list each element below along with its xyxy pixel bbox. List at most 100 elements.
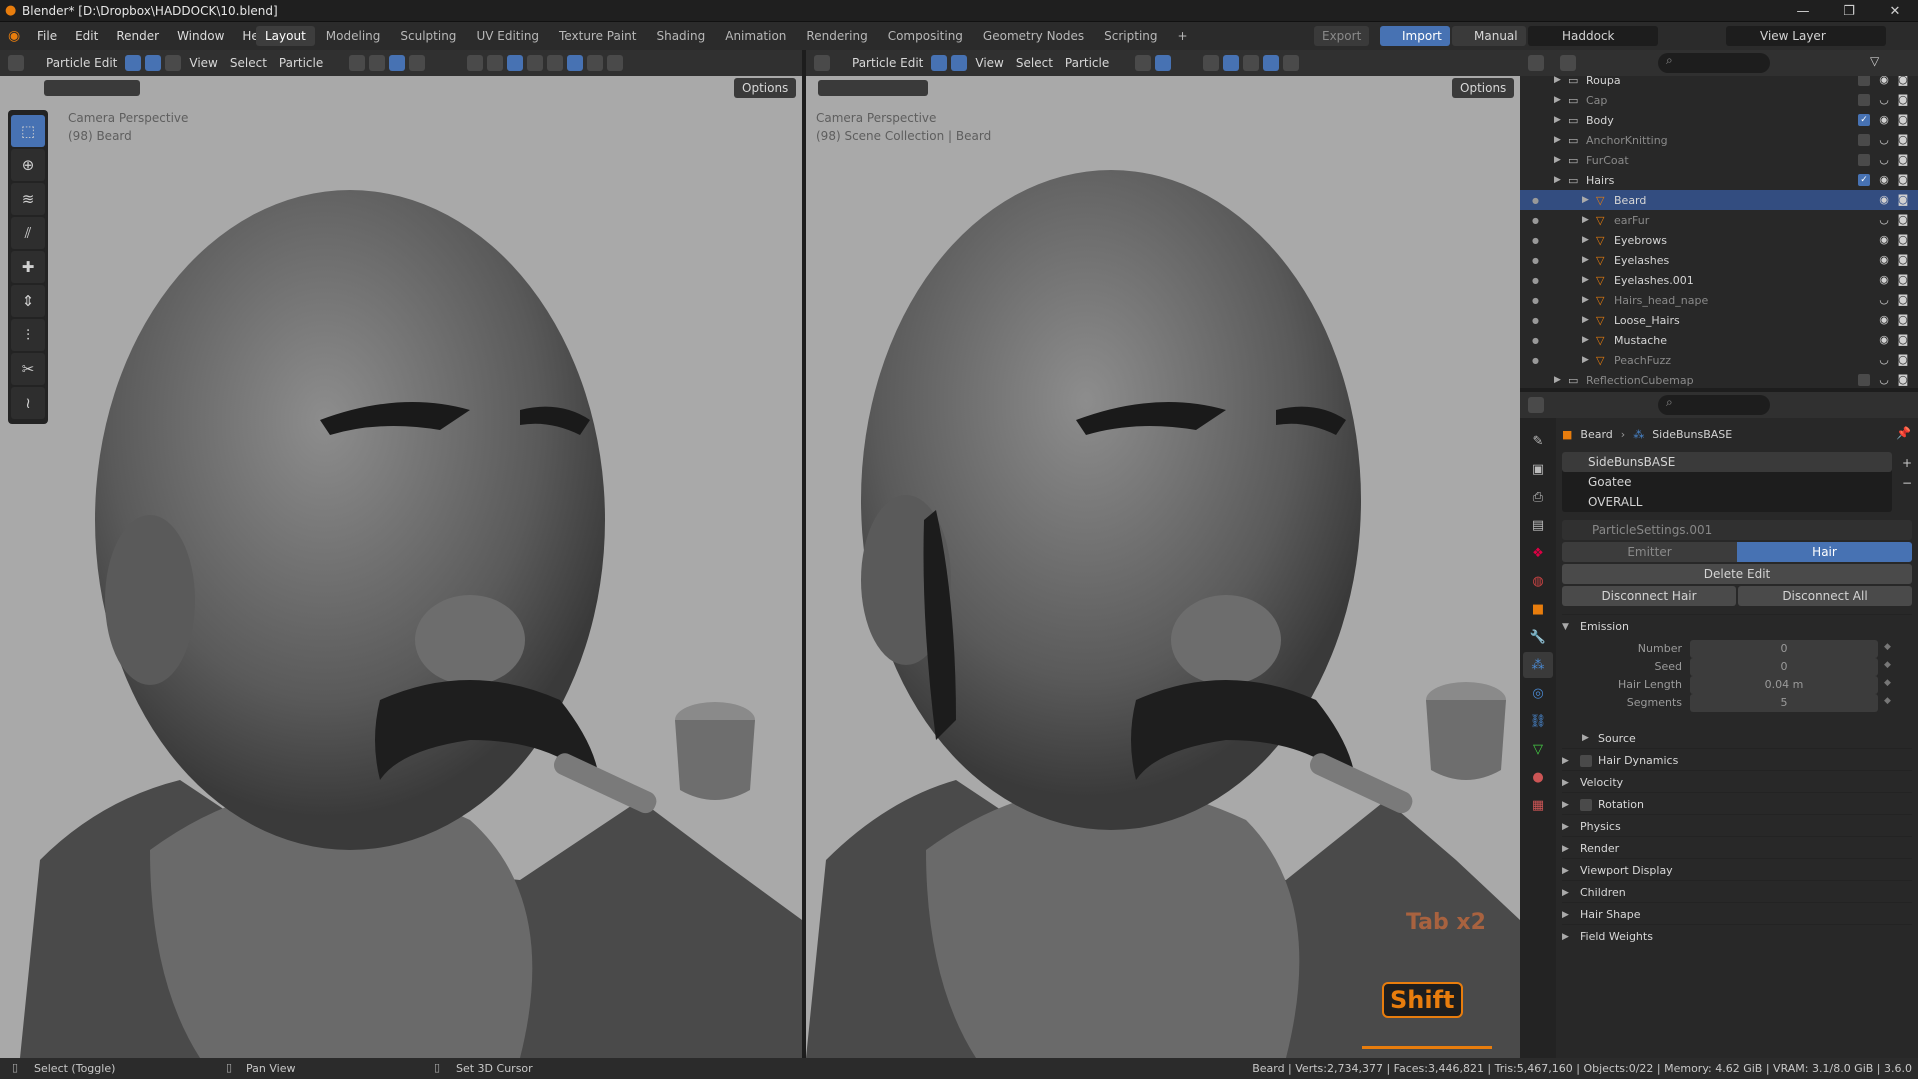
expand-icon[interactable]: ▶ xyxy=(1582,255,1589,265)
view-layer-selector[interactable]: View Layer xyxy=(1726,26,1886,46)
delete-edit-button[interactable]: Delete Edit xyxy=(1562,564,1912,584)
select-mode-icons-right[interactable] xyxy=(818,80,928,96)
camera-icon[interactable]: ◙ xyxy=(1896,233,1910,247)
tab-uv-editing[interactable]: UV Editing xyxy=(467,26,548,46)
outliner-row[interactable]: ▶ ▭ Body ✓ ◉ ◙ xyxy=(1520,110,1918,130)
manual-button[interactable]: Manual xyxy=(1452,26,1526,46)
camera-icon[interactable]: ◙ xyxy=(1896,133,1910,147)
list-item[interactable]: OVERALL xyxy=(1562,492,1892,512)
object-tab-icon[interactable]: ■ xyxy=(1523,596,1553,622)
tab-sculpting[interactable]: Sculpting xyxy=(391,26,465,46)
menu-particle[interactable]: Particle xyxy=(273,56,329,70)
comb-tool-icon[interactable]: ≋ xyxy=(11,183,45,215)
eye-icon[interactable]: ◉ xyxy=(1877,76,1891,87)
outliner-row[interactable]: ▶ ▽ Eyelashes ● ◉ ◙ xyxy=(1520,250,1918,270)
editor-type-icon-right[interactable] xyxy=(814,55,830,71)
outliner-row[interactable]: ▶ ▭ AnchorKnitting ◡ ◙ xyxy=(1520,130,1918,150)
edit-mode-dot-icon[interactable]: ● xyxy=(1532,256,1539,265)
keyframe-icon[interactable]: ◆ xyxy=(1884,678,1891,688)
view-layer-tab-icon[interactable]: ▤ xyxy=(1523,512,1553,538)
import-button[interactable]: Import xyxy=(1380,26,1450,46)
disconnect-all-button[interactable]: Disconnect All xyxy=(1738,586,1912,606)
proportional-edit-icon[interactable] xyxy=(389,55,406,71)
world-tab-icon[interactable]: ◍ xyxy=(1523,568,1553,594)
brush-mode-icon-right[interactable] xyxy=(951,55,968,71)
particle-settings-field[interactable]: ParticleSettings.001 xyxy=(1562,520,1912,540)
expand-icon[interactable]: ▶ xyxy=(1554,76,1561,85)
menu-view[interactable]: View xyxy=(183,56,223,70)
eye-icon[interactable]: ◉ xyxy=(1877,313,1891,327)
tab-scripting[interactable]: Scripting xyxy=(1095,26,1166,46)
field-value[interactable]: 5 xyxy=(1690,694,1878,712)
shading-rendered-icon[interactable] xyxy=(607,55,624,71)
menu-file[interactable]: File xyxy=(28,22,66,50)
eye-icon[interactable]: ◡ xyxy=(1877,93,1891,107)
render-tab-icon[interactable]: ▣ xyxy=(1523,456,1553,482)
filter-icon[interactable]: ▽ xyxy=(1870,54,1879,68)
puff-tool-icon[interactable]: ⫶ xyxy=(11,319,45,351)
overlay-icon-right[interactable] xyxy=(1223,55,1240,71)
blender-menu-icon[interactable]: ◉ xyxy=(8,28,20,44)
panel-header[interactable]: ▶ Viewport Display xyxy=(1562,858,1912,882)
menu-select-right[interactable]: Select xyxy=(1010,56,1059,70)
outliner-row[interactable]: ▶ ▭ ReflectionCubemap ◡ ◙ xyxy=(1520,370,1918,388)
expand-icon[interactable]: ▶ xyxy=(1582,335,1589,345)
xray-icon-right[interactable] xyxy=(1243,55,1260,71)
tab-geometry-nodes[interactable]: Geometry Nodes xyxy=(974,26,1093,46)
list-item[interactable]: SideBunsBASE xyxy=(1562,452,1892,472)
tab-layout[interactable]: Layout xyxy=(256,26,315,46)
camera-icon[interactable]: ◙ xyxy=(1896,76,1910,87)
shading-solid-icon[interactable] xyxy=(567,55,584,71)
edit-mode-dot-icon[interactable]: ● xyxy=(1532,216,1539,225)
shading-wireframe-icon[interactable] xyxy=(547,55,564,71)
constraints-tab-icon[interactable]: ⛓ xyxy=(1523,708,1553,734)
camera-icon[interactable]: ◙ xyxy=(1896,153,1910,167)
particles-tab-icon[interactable]: ⁂ xyxy=(1523,652,1553,678)
brush-mode-icon[interactable] xyxy=(145,55,162,71)
tool-tab-icon[interactable]: ✎ xyxy=(1523,428,1553,454)
modifier-tab-icon[interactable]: 🔧 xyxy=(1523,624,1553,650)
editor-type-icon[interactable] xyxy=(8,55,24,71)
camera-icon[interactable]: ◙ xyxy=(1896,193,1910,207)
expand-icon[interactable]: ▶ xyxy=(1582,295,1589,305)
falloff-icon[interactable] xyxy=(409,55,426,71)
panel-header[interactable]: ▶ Physics xyxy=(1562,814,1912,838)
keyframe-icon[interactable]: ◆ xyxy=(1884,660,1891,670)
outliner-row[interactable]: ▶ ▽ Loose_Hairs ● ◉ ◙ xyxy=(1520,310,1918,330)
gizmo-icon[interactable] xyxy=(487,55,504,71)
expand-icon[interactable]: ▶ xyxy=(1554,95,1561,105)
exclude-checkbox[interactable] xyxy=(1858,76,1870,86)
tab-hair[interactable]: Hair xyxy=(1737,542,1912,562)
add-workspace-icon[interactable]: + xyxy=(1169,26,1197,46)
tab-texture-paint[interactable]: Texture Paint xyxy=(550,26,645,46)
scene-tab-icon[interactable]: ❖ xyxy=(1523,540,1553,566)
outliner-row[interactable]: ▶ ▭ Cap ◡ ◙ xyxy=(1520,90,1918,110)
maximize-icon[interactable]: ❐ xyxy=(1826,0,1872,22)
expand-icon[interactable]: ▶ xyxy=(1582,195,1589,205)
eye-icon[interactable]: ◉ xyxy=(1877,193,1891,207)
exclude-checkbox[interactable] xyxy=(1858,374,1870,386)
weight-tool-icon[interactable]: ≀ xyxy=(11,387,45,419)
edit-mode-dot-icon[interactable]: ● xyxy=(1532,276,1539,285)
eye-icon[interactable]: ◡ xyxy=(1877,293,1891,307)
remove-system-icon[interactable]: − xyxy=(1902,476,1912,490)
export-button[interactable]: Export xyxy=(1314,26,1370,46)
camera-icon[interactable]: ◙ xyxy=(1896,273,1910,287)
panel-header[interactable]: ▶ Children xyxy=(1562,880,1912,904)
camera-icon[interactable]: ◙ xyxy=(1896,293,1910,307)
camera-icon[interactable]: ◙ xyxy=(1896,173,1910,187)
exclude-checkbox[interactable]: ✓ xyxy=(1858,114,1870,126)
outliner-row[interactable]: ▶ ▽ Mustache ● ◉ ◙ xyxy=(1520,330,1918,350)
expand-icon[interactable]: ▶ xyxy=(1582,315,1589,325)
expand-icon[interactable]: ▶ xyxy=(1582,355,1589,365)
expand-icon[interactable]: ▶ xyxy=(1554,155,1561,165)
tab-shading[interactable]: Shading xyxy=(647,26,714,46)
eye-icon[interactable]: ◉ xyxy=(1877,333,1891,347)
eye-icon[interactable]: ◉ xyxy=(1877,233,1891,247)
brush-icon[interactable] xyxy=(125,55,142,71)
scene-selector[interactable]: Haddock xyxy=(1528,26,1658,46)
shading-material-icon-right[interactable] xyxy=(1283,55,1300,71)
edit-mode-dot-icon[interactable]: ● xyxy=(1532,236,1539,245)
cut-tool-icon[interactable]: ✂ xyxy=(11,353,45,385)
outliner-editor-type-icon[interactable] xyxy=(1528,55,1544,71)
